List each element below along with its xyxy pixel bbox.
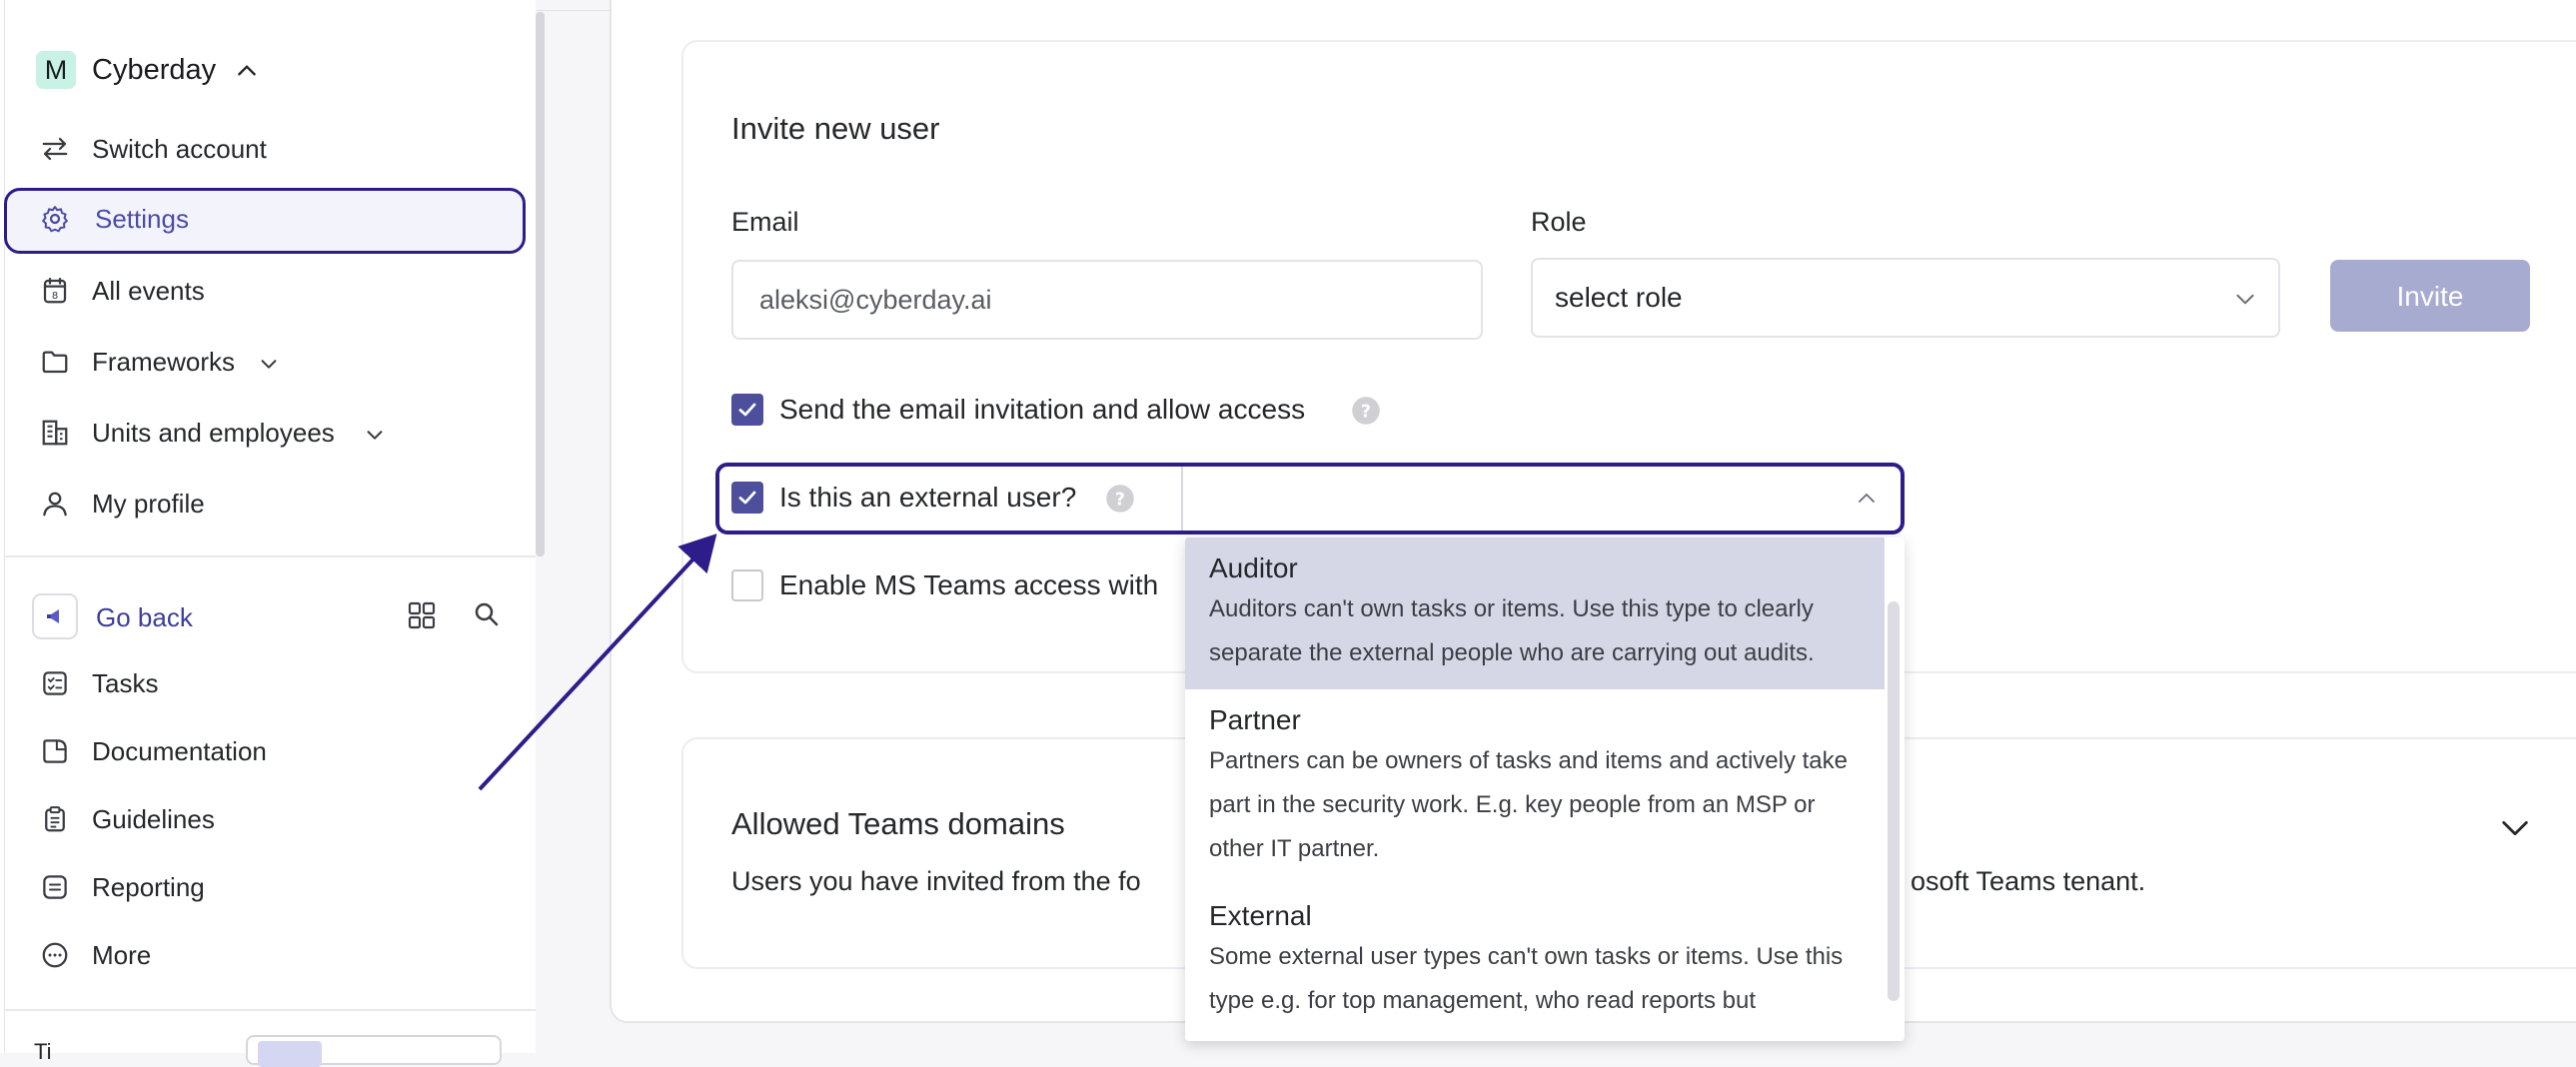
sidebar-item-label: Settings xyxy=(95,204,189,234)
sidebar-item-settings[interactable]: Settings xyxy=(4,188,526,254)
invite-title: Invite new user xyxy=(731,111,940,146)
sidebar-item-all-events[interactable]: 8 All events xyxy=(4,260,526,322)
sidebar-item-label: Frameworks xyxy=(92,347,236,377)
checklist-icon xyxy=(43,671,67,695)
chevron-down-icon[interactable] xyxy=(258,353,280,375)
sidebar-scrollbar[interactable] xyxy=(536,12,545,556)
option-title: Partner xyxy=(1209,704,1301,735)
ms-teams-label: Enable MS Teams access with xyxy=(779,569,1159,600)
sidebar-item-label: Reporting xyxy=(92,872,205,902)
megaphone-icon xyxy=(47,609,59,623)
document-icon xyxy=(43,739,67,763)
dropdown-option-partner[interactable]: Partner Partners can be owners of tasks … xyxy=(1185,689,1885,885)
report-icon xyxy=(43,875,67,899)
clipboard-icon xyxy=(45,806,65,832)
dropdown-option-auditor[interactable]: Auditor Auditors can't own tasks or item… xyxy=(1185,537,1885,689)
invite-button[interactable]: Invite xyxy=(2330,260,2530,332)
sidebar-item-label: Guidelines xyxy=(92,804,215,834)
sidebar-divider xyxy=(4,555,536,557)
option-title: External xyxy=(1209,900,1312,931)
svg-text:?: ? xyxy=(1361,402,1371,422)
checkmark-icon xyxy=(738,403,756,417)
role-label: Role xyxy=(1531,207,1587,237)
gear-icon xyxy=(42,206,68,233)
switch-arrows-icon xyxy=(42,137,68,161)
account-name[interactable]: Cyberday xyxy=(92,51,216,89)
svg-text:8: 8 xyxy=(52,291,58,302)
chevron-down-icon[interactable] xyxy=(364,424,386,446)
sidebar-item-more[interactable]: More xyxy=(4,924,526,986)
sidebar-item-documentation[interactable]: Documentation xyxy=(4,720,526,782)
option-description: Partners can be owners of tasks and item… xyxy=(1209,747,1848,862)
option-description: Some external user types can't own tasks… xyxy=(1209,943,1844,1014)
sidebar-item-label: Tasks xyxy=(92,668,159,698)
option-title: Auditor xyxy=(1209,552,1298,583)
filter-toggle[interactable] xyxy=(246,1035,502,1067)
account-badge[interactable]: M xyxy=(36,51,76,89)
go-back-label[interactable]: Go back xyxy=(96,597,193,637)
ms-teams-checkbox[interactable] xyxy=(731,569,763,601)
chevron-down-icon xyxy=(2236,294,2254,305)
sidebar-item-label: More xyxy=(92,940,152,970)
external-type-dropdown: Auditor Auditors can't own tasks or item… xyxy=(1185,537,1905,1041)
role-select-value: select role xyxy=(1555,282,1683,313)
user-icon xyxy=(43,492,67,517)
sidebar-item-my-profile[interactable]: My profile xyxy=(4,473,526,534)
more-icon xyxy=(42,942,68,968)
chevron-up-icon[interactable] xyxy=(234,58,260,84)
dropdown-option-external[interactable]: External Some external user types can't … xyxy=(1185,885,1885,1041)
role-select[interactable]: select role xyxy=(1531,258,2280,338)
teams-domains-title: Allowed Teams domains xyxy=(731,806,1065,841)
option-description: Auditors can't own tasks or items. Use t… xyxy=(1209,595,1815,666)
email-field[interactable] xyxy=(731,260,1483,340)
go-back-button[interactable] xyxy=(32,593,78,639)
dropdown-scrollbar[interactable] xyxy=(1888,601,1900,1001)
sidebar-item-label: Documentation xyxy=(92,736,267,766)
external-user-highlight xyxy=(715,463,1905,534)
teams-domains-description-end: osoft Teams tenant. xyxy=(1911,866,2146,896)
help-icon[interactable]: ? xyxy=(1351,396,1381,426)
email-label: Email xyxy=(731,207,799,237)
grid-icon[interactable] xyxy=(406,599,438,631)
calendar-icon: 8 xyxy=(43,278,67,304)
teams-domains-description: Users you have invited from the fo xyxy=(731,866,1141,896)
sidebar-item-label: All events xyxy=(92,276,205,306)
sidebar-divider xyxy=(4,1009,536,1011)
email-input[interactable] xyxy=(733,262,1481,338)
sidebar-item-guidelines[interactable]: Guidelines xyxy=(4,788,526,850)
chevron-down-icon[interactable] xyxy=(2498,811,2532,845)
send-email-checkbox[interactable] xyxy=(731,394,763,426)
send-email-label: Send the email invitation and allow acce… xyxy=(779,394,1306,425)
sidebar-item-units-and-employees[interactable]: Units and employees xyxy=(4,402,526,464)
sidebar: M Cyberday Switch account Settings 8 All… xyxy=(0,0,536,1067)
building-icon xyxy=(42,420,68,446)
sidebar-item-switch-account[interactable]: Switch account xyxy=(4,118,526,180)
search-icon[interactable] xyxy=(472,599,502,629)
sidebar-item-tasks[interactable]: Tasks xyxy=(4,652,526,714)
filter-label: Ti xyxy=(34,1039,52,1064)
sidebar-item-label: My profile xyxy=(92,489,205,519)
sidebar-item-reporting[interactable]: Reporting xyxy=(4,856,526,918)
folder-icon xyxy=(42,351,68,374)
sidebar-item-label: Units and employees xyxy=(92,418,335,448)
sidebar-item-label: Switch account xyxy=(92,134,267,164)
sidebar-item-frameworks[interactable]: Frameworks xyxy=(4,331,526,393)
